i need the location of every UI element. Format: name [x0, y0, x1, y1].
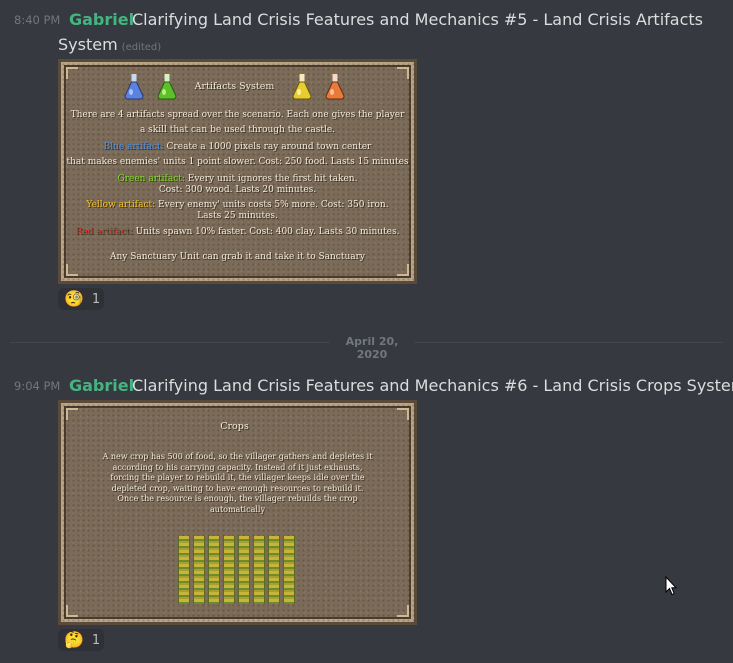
crop-row — [238, 536, 250, 604]
reaction-count: 1 — [91, 291, 101, 307]
author-name[interactable]: Gabriel — [69, 10, 134, 29]
red-artifact-line: Red artifact: Units spawn 10% faster. Co… — [61, 226, 414, 239]
green-artifact-line-2: Cost: 300 wood. Lasts 20 minutes. — [158, 185, 317, 195]
yellow-artifact-line-2: Lasts 25 minutes. — [197, 211, 278, 221]
message-title: Clarifying Land Crisis Features and Mech… — [132, 376, 733, 395]
intro-line-1: There are 4 artifacts spread over the sc… — [70, 110, 405, 120]
blue-artifact-desc: Create a 1000 pixels ray around town cen… — [163, 142, 372, 152]
frame-corner — [397, 67, 409, 79]
frame-corner — [397, 408, 409, 420]
frame-corner — [397, 605, 409, 617]
crops-description: A new crop has 500 of food, so the villa… — [61, 452, 414, 515]
crop-row — [283, 536, 295, 604]
reaction-monocle[interactable]: 🧐 1 — [58, 288, 104, 310]
yellow-artifact-label: Yellow artifact: — [86, 200, 156, 210]
crop-row — [268, 536, 280, 604]
author-name[interactable]: Gabriel — [69, 376, 134, 395]
frame-corner — [397, 264, 409, 276]
blue-artifact-line-2: that makes enemies' units 1 point slower… — [66, 157, 409, 167]
crops-line: according to his carrying capacity. Inst… — [112, 462, 363, 472]
green-artifact-desc: Every unit ignores the first hit taken. — [184, 174, 358, 184]
yellow-artifact-desc: Every enemy' units costs 5% more. Cost: … — [155, 200, 389, 210]
crops-line: forcing the player to rebuild it, the vi… — [110, 473, 365, 482]
blue-artifact-label: Blue artifact: — [103, 142, 164, 152]
crop-row — [223, 536, 235, 604]
red-artifact-desc: Units spawn 10% faster. Cost: 400 clay. … — [132, 227, 400, 237]
date-divider-label: April 20, 2020 — [330, 335, 414, 361]
embed-heading: Crops — [220, 421, 249, 432]
blue-artifact-line-1: Blue artifact: Create a 1000 pixels ray … — [61, 141, 414, 154]
frame-corner — [66, 605, 78, 617]
message-timestamp: 9:04 PM — [14, 379, 61, 393]
thinking-face-icon: 🤔 — [64, 630, 84, 649]
monocle-face-icon: 🧐 — [64, 289, 84, 308]
message-title-continued: System (edited) — [58, 35, 161, 54]
message-title-line2: System — [58, 35, 118, 54]
frame-corner — [66, 264, 78, 276]
crops-line: depleted crop, waiting to have enough re… — [111, 483, 364, 493]
embed-footer: Any Sanctuary Unit can grab it and take … — [109, 252, 366, 262]
embed-heading: Artifacts System — [194, 81, 275, 92]
red-artifact-label: Red artifact: — [75, 227, 133, 237]
reaction-thinking[interactable]: 🤔 1 — [58, 629, 104, 651]
edited-label: (edited) — [121, 42, 162, 53]
crop-row — [178, 536, 190, 604]
crops-line: automatically — [210, 504, 265, 514]
crop-row — [208, 536, 220, 604]
crops-line: A new crop has 500 of food, so the villa… — [102, 452, 373, 461]
crops-line: Once the resource is enough, the village… — [117, 494, 358, 503]
frame-corner — [66, 408, 78, 420]
crop-row — [253, 536, 265, 604]
reaction-count: 1 — [91, 632, 101, 648]
mouse-pointer-icon — [665, 576, 677, 596]
intro-line-2: a skill that can be used through the cas… — [139, 125, 336, 135]
artifacts-embed-image[interactable]: Artifacts System There are 4 artifacts s… — [58, 59, 417, 284]
message-title: Clarifying Land Crisis Features and Mech… — [132, 10, 703, 29]
crop-row — [193, 536, 205, 604]
green-artifact-label: Green artifact: — [117, 174, 185, 184]
frame-corner — [66, 67, 78, 79]
message-timestamp: 8:40 PM — [14, 13, 61, 27]
